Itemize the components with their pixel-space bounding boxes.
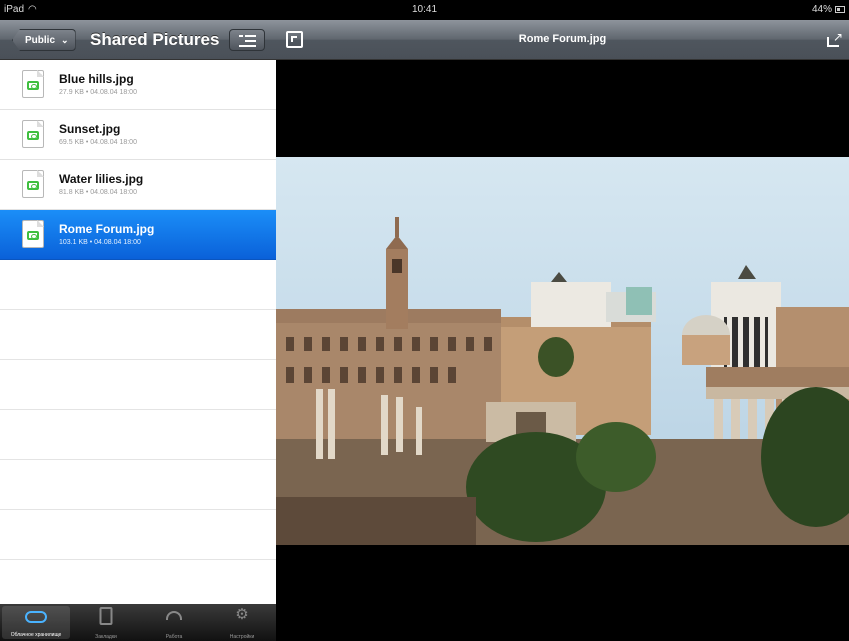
image-viewer	[276, 61, 849, 641]
camera-icon	[27, 231, 39, 240]
camera-icon	[27, 181, 39, 190]
tab-label: Настройки	[229, 634, 255, 640]
tab-tablet[interactable]: Закладки	[72, 604, 140, 641]
list-icon	[239, 35, 243, 37]
file-browser-panel: Public ⌄ Shared Pictures Blue hills.jpg 2…	[0, 20, 276, 641]
tab-cloud[interactable]: Облачное хранилище	[2, 606, 70, 639]
file-meta: 103.1 KB • 04.08.04 18:00	[59, 239, 141, 246]
status-right: 44%	[812, 4, 845, 15]
public-back-label: Public	[25, 34, 56, 46]
gear-icon: ⚙	[235, 606, 249, 623]
camera-icon	[27, 131, 39, 140]
viewer-header: Rome Forum.jpg ↗	[276, 20, 849, 60]
file-meta: 27.9 KB • 04.08.04 18:00	[59, 89, 137, 96]
empty-row	[0, 460, 276, 510]
file-row[interactable]: Blue hills.jpg 27.9 KB • 04.08.04 18:00	[0, 60, 276, 110]
file-row[interactable]: Rome Forum.jpg 103.1 KB • 04.08.04 18:00	[0, 210, 276, 260]
file-name: Water lilies.jpg	[59, 172, 144, 186]
file-row[interactable]: Water lilies.jpg 81.8 KB • 04.08.04 18:00	[0, 160, 276, 210]
tab-label: Облачное хранилище	[10, 632, 62, 638]
file-meta: 81.8 KB • 04.08.04 18:00	[59, 189, 137, 196]
camera-icon	[27, 81, 39, 90]
public-back-button[interactable]: Public ⌄	[12, 29, 76, 51]
tab-gauge[interactable]: Работа	[140, 604, 208, 641]
file-name: Blue hills.jpg	[59, 72, 134, 86]
status-time: 10:41	[411, 4, 438, 15]
tab-bar: Облачное хранилище Закладки Работа ⚙ Настрой…	[0, 604, 276, 641]
empty-row	[0, 360, 276, 410]
image-file-icon	[22, 170, 44, 198]
share-arrow-icon: ↗	[832, 30, 843, 44]
empty-row	[0, 260, 276, 310]
rome-forum-photo	[276, 157, 849, 545]
file-name: Sunset.jpg	[59, 122, 121, 136]
battery-icon	[835, 6, 845, 13]
file-row[interactable]: Sunset.jpg 69.5 KB • 04.08.04 18:00	[0, 110, 276, 160]
list-icon-line	[245, 40, 256, 42]
status-bar: iPad ◠ 10:41 44%	[0, 0, 849, 20]
viewer-title: Rome Forum.jpg	[518, 33, 607, 45]
file-browser-header: Public ⌄ Shared Pictures	[0, 20, 276, 60]
file-list: Blue hills.jpg 27.9 KB • 04.08.04 18:00 Su…	[0, 60, 276, 560]
gauge-icon	[166, 611, 182, 620]
file-meta: 69.5 KB • 04.08.04 18:00	[59, 139, 137, 146]
folder-title: Shared Pictures	[90, 30, 220, 49]
cloud-icon	[25, 611, 47, 623]
photo-image[interactable]	[276, 157, 849, 545]
empty-row	[0, 510, 276, 560]
image-file-icon	[22, 120, 44, 148]
list-icon-line	[245, 35, 256, 37]
share-button[interactable]: ↗	[827, 31, 843, 47]
tab-label: Работа	[165, 634, 183, 640]
list-view-button[interactable]	[229, 29, 265, 51]
chevron-down-icon: ⌄	[61, 34, 69, 45]
tablet-icon	[99, 607, 113, 625]
empty-row	[0, 310, 276, 360]
battery-percent: 44%	[811, 4, 832, 15]
image-file-icon	[22, 70, 44, 98]
tab-gear[interactable]: ⚙ Настройки	[208, 604, 276, 641]
image-file-icon	[22, 220, 44, 248]
tab-label: Закладки	[95, 634, 117, 640]
list-icon-line	[239, 45, 256, 47]
empty-row	[0, 410, 276, 460]
file-name: Rome Forum.jpg	[59, 222, 155, 236]
